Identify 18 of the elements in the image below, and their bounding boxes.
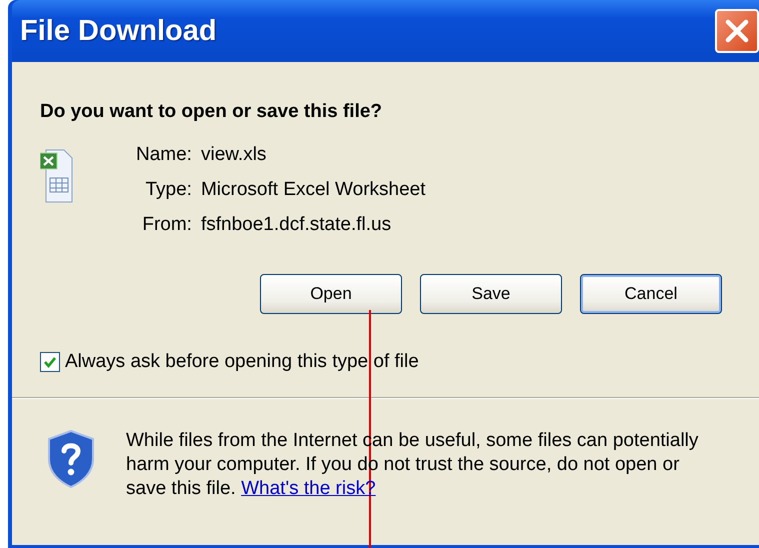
field-value: view.xls xyxy=(200,144,268,166)
field-label: Type: xyxy=(144,179,192,201)
security-shield-icon xyxy=(46,428,96,488)
field-label: From: xyxy=(141,214,192,236)
field-value: fsfnboe1.dcf.state.fl.us xyxy=(200,214,392,236)
save-button[interactable]: Save xyxy=(420,274,562,314)
field-label: Name: xyxy=(136,144,192,166)
check-icon xyxy=(43,355,57,370)
close-icon xyxy=(723,17,751,45)
checkbox[interactable] xyxy=(40,352,60,372)
cancel-button[interactable]: Cancel xyxy=(580,274,722,314)
spreadsheet-file-icon xyxy=(40,148,74,204)
dialog-question: Do you want to open or save this file? xyxy=(40,100,384,124)
close-button[interactable] xyxy=(715,9,759,53)
checkbox-label: Always ask before opening this type of file xyxy=(65,350,419,374)
window-title: File Download xyxy=(20,14,217,48)
field-value: Microsoft Excel Worksheet xyxy=(200,179,426,201)
open-button[interactable]: Open xyxy=(260,274,402,314)
